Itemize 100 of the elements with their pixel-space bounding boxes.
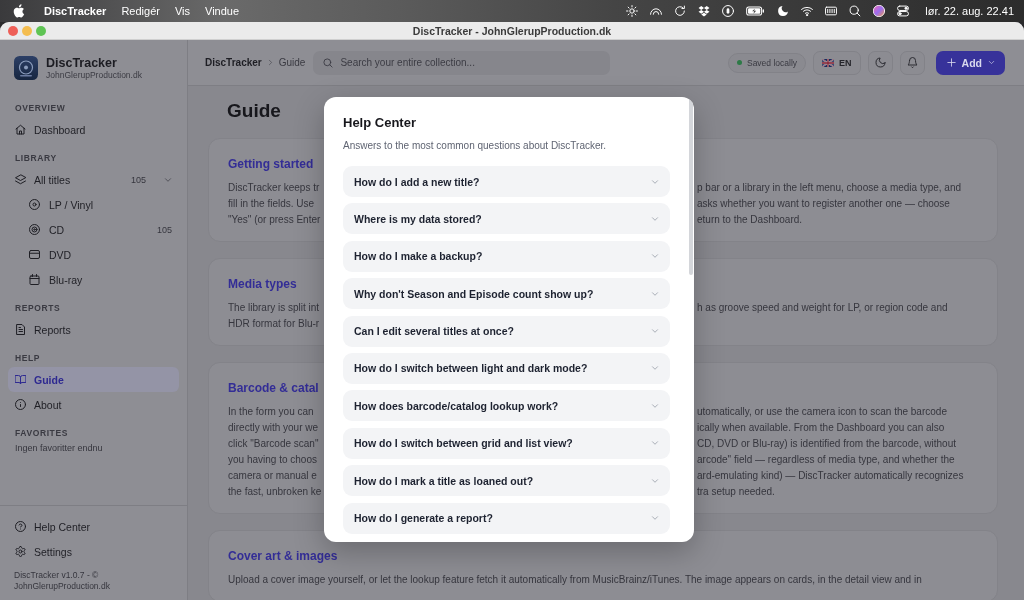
item-count: 105 xyxy=(156,224,172,235)
home-icon xyxy=(15,124,26,135)
sidebar-item[interactable]: Blu-ray xyxy=(8,267,179,292)
window-title: DiscTracker - JohnGlerupProduction.dk xyxy=(412,24,612,37)
sidebar-item[interactable]: Help Center xyxy=(8,514,179,539)
faq-item[interactable]: Where is my data stored? xyxy=(343,203,670,235)
card-text: eturn to the Dashboard. xyxy=(697,213,803,227)
theme-toggle-button[interactable] xyxy=(867,50,893,75)
ring-icon[interactable] xyxy=(722,5,735,17)
faq-item[interactable]: How do I add a new title? xyxy=(343,166,670,197)
document-icon xyxy=(15,324,26,335)
sidebar-item[interactable]: Dashboard xyxy=(8,117,179,142)
sidebar-item[interactable]: LP / Vinyl xyxy=(8,192,179,217)
card-text: directly with your we xyxy=(228,421,319,435)
faq-item[interactable]: How do I make a backup? xyxy=(343,240,670,272)
add-button[interactable]: Add xyxy=(935,50,1005,75)
wifi-icon[interactable] xyxy=(801,5,814,17)
card-text: you having to choos xyxy=(228,453,317,467)
card-text: click "Barcode scan" xyxy=(228,437,319,451)
settings-icon xyxy=(15,546,26,557)
section-label: REPORTS xyxy=(15,302,61,314)
menu-app-name[interactable]: DiscTracker xyxy=(44,5,107,17)
card-text: ard-emulating kind) — DiscTracker automatically recognizes xyxy=(697,469,964,483)
card-text: p bar or a library in the left menu, choose a media type, and xyxy=(697,181,962,195)
notifications-button[interactable] xyxy=(899,50,925,75)
save-status-text: Saved locally xyxy=(746,57,798,68)
breadcrumb-current: Guide xyxy=(278,57,306,68)
status-dot-icon xyxy=(736,60,742,65)
card-text: arcode" field — regardless of media type, and whether the xyxy=(697,453,955,467)
item-count: 105 xyxy=(130,174,146,185)
menu-item[interactable]: Redigér xyxy=(121,5,160,17)
card-text: camera or manual e xyxy=(228,469,317,483)
page-title: Guide xyxy=(227,99,281,123)
dialog-subtitle: Answers to the most common questions about DiscTracker. xyxy=(343,139,607,153)
card-icon xyxy=(29,249,40,260)
card-text: HDR format for Blu-r xyxy=(228,317,320,331)
menu-item[interactable]: Vindue xyxy=(205,5,240,17)
card-text: h as groove speed and weight for LP, or region code and xyxy=(697,301,948,315)
book-icon xyxy=(15,374,26,385)
plus-icon xyxy=(946,58,956,67)
moon-icon xyxy=(874,57,886,68)
chevron-right-icon xyxy=(266,59,274,66)
sidebar-item[interactable]: All titles 105 xyxy=(8,167,179,192)
faq-item[interactable]: How do I mark a title as loaned out? xyxy=(343,465,670,497)
sidebar-item[interactable]: Settings xyxy=(8,539,179,564)
chevron-down-icon xyxy=(988,59,995,66)
sidebar-item[interactable]: DVD xyxy=(8,242,179,267)
dialog-title: Help Center xyxy=(343,115,416,131)
info-icon xyxy=(15,399,26,410)
menu-item[interactable]: Vis xyxy=(174,5,190,17)
breadcrumb-link[interactable]: DiscTracker xyxy=(205,57,262,68)
sun-icon[interactable] xyxy=(626,5,639,17)
toggle-icon[interactable] xyxy=(897,5,910,17)
language-button[interactable]: EN xyxy=(813,50,861,75)
faq-item[interactable]: How do I switch between light and dark mode? xyxy=(343,352,670,384)
faq-item[interactable]: How does barcode/catalog lookup work? xyxy=(343,390,670,422)
sidebar-item[interactable]: Reports xyxy=(8,317,179,342)
calendar-icon xyxy=(29,274,40,285)
faq-item[interactable]: How do I generate a report? xyxy=(343,502,670,534)
battery-icon[interactable] xyxy=(746,5,766,17)
search-icon xyxy=(323,57,334,68)
sidebar-app-name: DiscTracker xyxy=(46,56,117,70)
card-text: DiscTracker keeps tr xyxy=(228,181,320,195)
version-text: DiscTracker v1.0.7 - © JohnGlerupProduction.dk xyxy=(14,570,111,591)
disc-icon xyxy=(29,224,40,235)
card-text: asks whether you want to register another one — choose xyxy=(697,197,950,211)
card-heading: Media types xyxy=(228,276,297,292)
faq-item[interactable]: Can I edit several titles at once? xyxy=(343,315,670,347)
card-text: The library is split int xyxy=(228,301,320,315)
faq-item[interactable]: Why don't Season and Episode count show up? xyxy=(343,278,670,310)
sidebar-item[interactable]: CD 105 xyxy=(8,217,179,242)
search-icon[interactable] xyxy=(849,5,862,17)
bell-icon xyxy=(906,57,918,68)
section-label: LIBRARY xyxy=(15,152,57,164)
help-icon xyxy=(15,521,26,532)
card-text: the fast, unbroken ke xyxy=(228,485,322,499)
sidebar-item[interactable]: About xyxy=(8,392,179,417)
card-text: "Yes" (or press Enter xyxy=(228,213,321,227)
close-button[interactable] xyxy=(8,25,18,36)
keyboard-icon[interactable] xyxy=(825,5,838,17)
flag-icon xyxy=(822,58,835,67)
card-text: CD, DVD or Blu-ray) is identified from the barcode, without xyxy=(697,437,956,451)
orb-icon[interactable] xyxy=(873,5,886,17)
section-label: HELP xyxy=(15,352,41,364)
menu-clock[interactable]: lør. 22. aug. 22.41 xyxy=(925,5,1014,17)
apple-icon[interactable] xyxy=(13,4,25,18)
sync-icon[interactable] xyxy=(674,5,687,17)
card-text: In the form you can xyxy=(228,405,314,419)
gauge-icon[interactable] xyxy=(650,5,663,17)
card-heading: Barcode & catal xyxy=(228,380,319,396)
sidebar-item[interactable]: Guide xyxy=(8,367,179,392)
moon-icon[interactable] xyxy=(777,5,790,17)
card-text: tra setup needed. xyxy=(697,485,775,499)
card-text: ically when available. From the Dashboard you can also xyxy=(697,421,945,435)
card-text: fill in the fields. Use xyxy=(228,197,315,211)
box-icon[interactable] xyxy=(698,5,711,17)
section-label: OVERVIEW xyxy=(15,102,66,114)
faq-item[interactable]: How do I switch between grid and list view? xyxy=(343,427,670,459)
search-field[interactable]: Search your entire collection... xyxy=(313,50,611,75)
disc-icon xyxy=(29,199,40,210)
